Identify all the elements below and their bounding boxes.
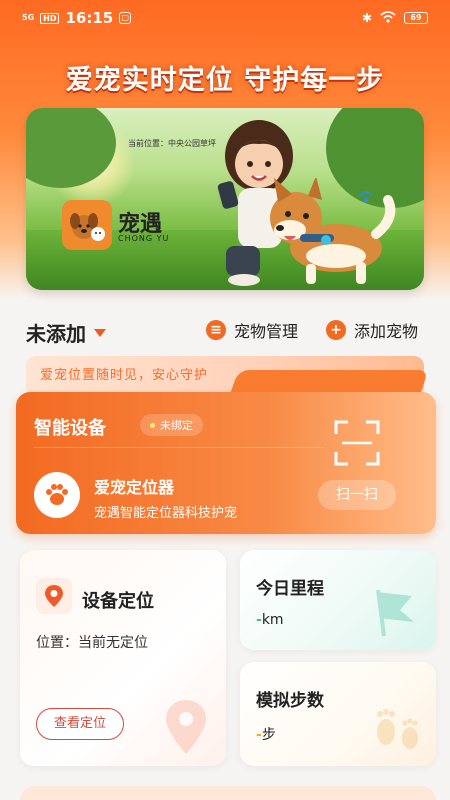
next-card-peek bbox=[20, 786, 436, 800]
wifi-icon bbox=[380, 10, 396, 26]
status-dot-icon bbox=[150, 422, 155, 428]
paw-icon bbox=[34, 472, 80, 518]
smart-device-card[interactable]: 智能设备 未绑定 爱宠定位器 宠遇智能定位器科技护宠 扫一扫 bbox=[16, 392, 436, 534]
device-card-title: 智能设备 bbox=[34, 418, 106, 439]
divider bbox=[34, 447, 324, 448]
brand-logo-icon bbox=[62, 200, 112, 250]
add-pet-label: 添加宠物 bbox=[354, 322, 419, 341]
steps-unit: 步 bbox=[261, 727, 276, 743]
flag-icon bbox=[376, 589, 414, 637]
location-status-text: 位置：当前无定位 bbox=[36, 635, 148, 651]
pet-selector[interactable]: 未添加 bbox=[26, 318, 106, 347]
steps-card[interactable]: 模拟步数 -步 bbox=[240, 662, 436, 766]
product-name: 爱宠定位器 bbox=[94, 478, 175, 497]
add-pet-button[interactable]: + 添加宠物 bbox=[326, 318, 418, 342]
pet-manage-label: 宠物管理 bbox=[234, 322, 299, 341]
clock: 16:15 bbox=[65, 9, 114, 27]
battery-indicator: 69 bbox=[404, 12, 428, 24]
steps-title: 模拟步数 bbox=[256, 691, 324, 711]
view-location-button[interactable]: 查看定位 bbox=[36, 708, 124, 740]
signal-waves-icon bbox=[359, 191, 373, 203]
mileage-card[interactable]: 今日里程 -km bbox=[240, 550, 436, 650]
tagline-text: 爱宠位置随时见，安心守护 bbox=[40, 368, 209, 383]
pet-selector-label: 未添加 bbox=[26, 322, 86, 346]
page-title: 爱宠实时定位 守护每一步 bbox=[65, 65, 385, 96]
mileage-unit: km bbox=[261, 612, 284, 628]
device-location-card[interactable]: 设备定位 位置：当前无定位 查看定位 bbox=[20, 550, 226, 766]
location-pin-watermark-icon bbox=[166, 700, 206, 754]
mileage-title: 今日里程 bbox=[256, 579, 324, 599]
bluetooth-icon: ✱ bbox=[361, 11, 372, 25]
scan-frame-icon[interactable] bbox=[334, 420, 380, 466]
hero-banner[interactable]: 当前位置：中央公园草坪 宠遇 CHONG YU bbox=[26, 108, 424, 290]
app-notification-icon: ▢ bbox=[119, 12, 132, 24]
mileage-value: -km bbox=[256, 612, 284, 628]
signal-indicator: 5G bbox=[22, 13, 35, 22]
tagline-banner: 爱宠位置随时见，安心守护 bbox=[26, 356, 429, 396]
caret-down-icon bbox=[94, 328, 106, 337]
footprints-icon bbox=[377, 709, 418, 749]
status-badge: 未绑定 bbox=[140, 414, 203, 436]
product-description: 宠遇智能定位器科技护宠 bbox=[94, 506, 238, 521]
banner-location-text: 当前位置：中央公园草坪 bbox=[128, 139, 216, 148]
location-card-title: 设备定位 bbox=[82, 591, 154, 612]
status-badge-label: 未绑定 bbox=[160, 419, 193, 432]
hd-indicator: HD bbox=[40, 12, 60, 24]
scan-button[interactable]: 扫一扫 bbox=[318, 480, 396, 510]
list-icon: ≡ bbox=[206, 320, 226, 340]
brand-subtitle: CHONG YU bbox=[118, 234, 170, 243]
pet-manage-button[interactable]: ≡ 宠物管理 bbox=[206, 318, 298, 342]
status-bar: 5G HD 16:15 ▢ ✱ 69 bbox=[0, 0, 450, 36]
steps-value: -步 bbox=[256, 724, 276, 744]
location-pin-icon bbox=[36, 578, 72, 614]
plus-icon: + bbox=[326, 320, 346, 340]
